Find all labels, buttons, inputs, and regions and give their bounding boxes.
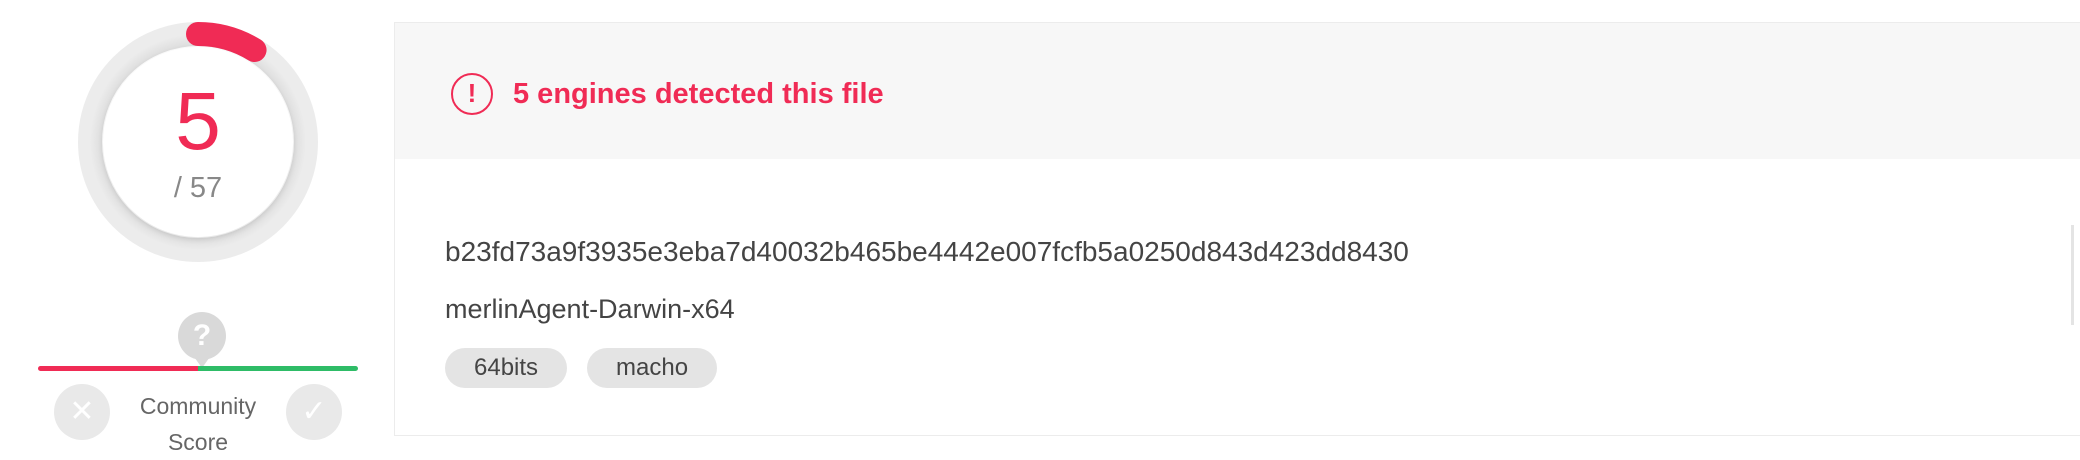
detection-gauge: 5 / 57 bbox=[78, 22, 318, 262]
community-score-label: Community Score bbox=[139, 393, 257, 455]
check-icon: ✓ bbox=[301, 395, 327, 428]
file-name: merlinAgent-Darwin-x64 bbox=[445, 294, 735, 324]
detection-total: / 57 bbox=[173, 172, 223, 204]
community-score-bar bbox=[38, 366, 358, 371]
detection-positives: 5 bbox=[175, 76, 221, 167]
community-score: ? ✕ Community Score ✓ bbox=[38, 308, 358, 455]
exclamation-circle-icon: ! bbox=[451, 73, 493, 115]
scrollbar[interactable] bbox=[2071, 225, 2074, 325]
community-bar-negative bbox=[38, 366, 198, 371]
detection-alert: ! 5 engines detected this file bbox=[395, 23, 2080, 159]
score-column: 5 / 57 ? ✕ Community Score ✓ bbox=[0, 0, 396, 455]
vote-harmful-button[interactable]: ✕ bbox=[54, 384, 110, 440]
close-icon: ✕ bbox=[69, 395, 95, 428]
community-score-marker[interactable]: ? bbox=[178, 312, 226, 368]
file-tag[interactable]: macho bbox=[587, 348, 718, 388]
file-tags: 64bits macho bbox=[445, 348, 737, 388]
vote-harmless-button[interactable]: ✓ bbox=[286, 384, 342, 440]
community-bar-positive bbox=[198, 366, 358, 371]
detection-score: 5 / 57 bbox=[103, 47, 293, 237]
file-tag[interactable]: 64bits bbox=[445, 348, 568, 388]
detection-alert-text: 5 engines detected this file bbox=[513, 78, 884, 110]
file-summary-panel: ! 5 engines detected this file b23fd73a9… bbox=[394, 22, 2080, 436]
file-hash[interactable]: b23fd73a9f3935e3eba7d40032b465be4442e007… bbox=[445, 234, 1409, 270]
